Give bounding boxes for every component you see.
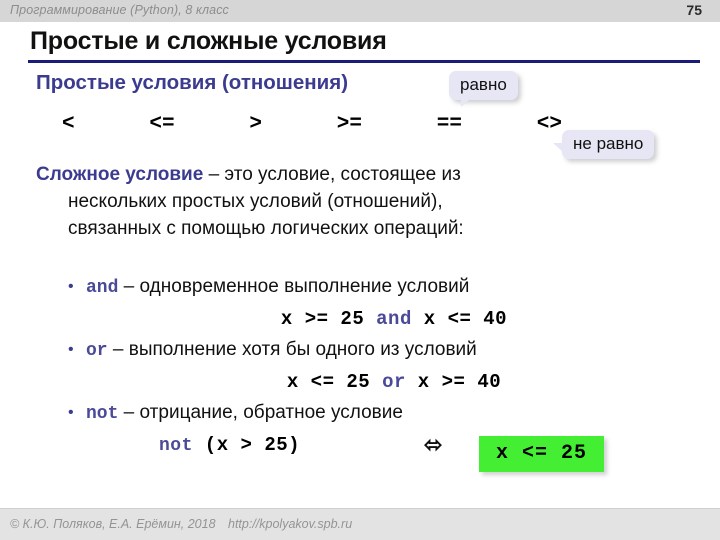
operator-lt: < (62, 113, 75, 136)
code-keyword-or: or (382, 371, 406, 393)
operators-row: < <= > >= == <> (62, 113, 562, 136)
definition-paragraph: Сложное условие – это условие, состоящее… (36, 161, 646, 242)
code-or-pre: x <= 25 (286, 371, 383, 393)
equivalence-arrow-icon: ⬄ (424, 432, 443, 457)
bullet-marker-icon: • (68, 278, 74, 295)
bullet-marker-icon: • (68, 341, 74, 358)
footer-bar: © К.Ю. Поляков, Е.А. Ерёмин, 2018 http:/… (0, 509, 720, 540)
header-course-label: Программирование (Python), 8 класс (10, 3, 229, 17)
code-example-and: x >= 25 and x <= 40 (64, 303, 664, 335)
bullet-list: • and – одновременное выполнение условий … (64, 272, 664, 429)
code-and-pre: x >= 25 (280, 308, 377, 330)
footer-copyright: © К.Ю. Поляков, Е.А. Ерёмин, 2018 (10, 517, 216, 531)
bullet-marker-icon: • (68, 404, 74, 421)
code-or-post: x >= 40 (405, 371, 502, 393)
result-highlight-box: x <= 25 (479, 436, 605, 472)
list-item-or: • or – выполнение хотя бы одного из услов… (64, 335, 664, 366)
definition-line1-rest: – это условие, состоящее из (203, 164, 461, 185)
list-item-not-text: – отрицание, обратное условие (118, 402, 403, 423)
code-not-rest: (x > 25) (192, 434, 301, 456)
list-item-not: • not – отрицание, обратное условие (64, 398, 664, 429)
code-keyword-and: and (376, 308, 412, 330)
definition-line2: нескольких простых условий (отношений), (68, 191, 443, 212)
keyword-not: not (86, 404, 119, 424)
section-subtitle: Простые условия (отношения) (36, 71, 349, 94)
callout-equal: равно (449, 71, 518, 106)
operator-gt: > (249, 113, 262, 136)
code-keyword-not: not (159, 436, 193, 456)
equivalence-row: not (x > 25) ⬄ x <= 25 (64, 428, 664, 478)
callout-not-equal: не равно (552, 130, 655, 159)
keyword-and: and (86, 278, 119, 298)
operator-ne: <> (536, 113, 562, 136)
code-and-post: x <= 40 (411, 308, 508, 330)
code-example-not: not (x > 25) (159, 434, 300, 456)
list-item-or-text: – выполнение хотя бы одного из условий (107, 339, 477, 360)
footer-url[interactable]: http://kpolyakov.spb.ru (228, 517, 352, 531)
operator-ge: >= (336, 113, 362, 136)
page-number: 75 (686, 2, 702, 18)
definition-line3: связанных с помощью логических операций: (68, 218, 464, 239)
slide: Программирование (Python), 8 класс 75 Пр… (0, 0, 720, 540)
operator-eq: == (436, 113, 462, 136)
list-item-and-text: – одновременное выполнение условий (118, 276, 470, 297)
list-item-and: • and – одновременное выполнение условий (64, 272, 664, 303)
code-example-or: x <= 25 or x >= 40 (64, 366, 664, 398)
keyword-or: or (86, 341, 108, 361)
operator-le: <= (149, 113, 175, 136)
page-title: Простые и сложные условия (30, 27, 387, 55)
definition-lead: Сложное условие (36, 164, 204, 185)
title-divider (28, 60, 700, 63)
